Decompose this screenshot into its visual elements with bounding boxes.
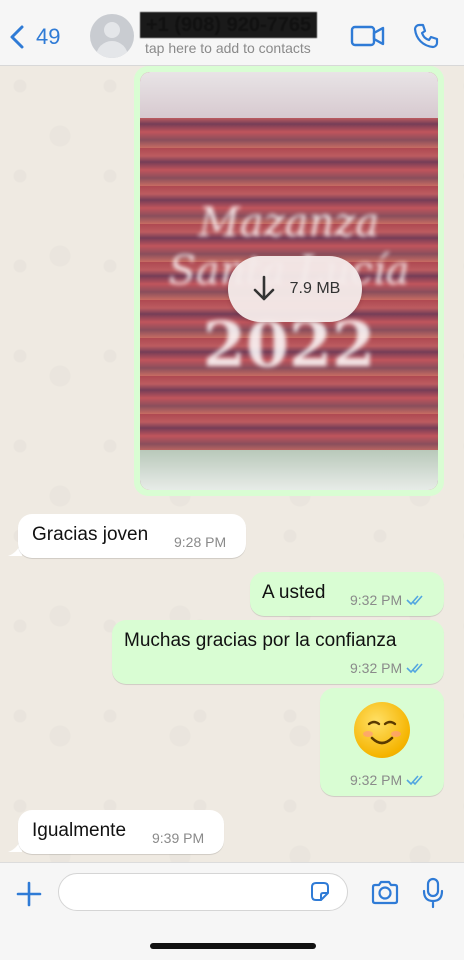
avatar[interactable] [90, 14, 134, 58]
back-button[interactable]: 49 [8, 20, 60, 54]
read-ticks-icon [406, 595, 423, 606]
download-button[interactable]: 7.9 MB [228, 256, 362, 322]
plus-icon[interactable] [14, 879, 44, 909]
message-text: Gracias joven [32, 524, 149, 545]
read-ticks-icon [406, 775, 423, 786]
message-time: 9:32 PM [350, 592, 426, 608]
microphone-icon[interactable] [422, 877, 444, 909]
message-input[interactable] [58, 873, 348, 911]
message-text: Igualmente [32, 820, 127, 841]
message-composer [0, 862, 464, 960]
message-text: Muchas gracias por la confianza [124, 630, 397, 651]
person-icon [104, 22, 120, 38]
outgoing-emoji-message[interactable]: 9:32 PM [320, 688, 444, 796]
chevron-left-icon [10, 25, 24, 49]
incoming-message[interactable]: Gracias joven 9:28 PM [18, 514, 246, 558]
unread-count: 49 [36, 24, 61, 49]
message-time: 9:32 PM [350, 772, 426, 788]
contact-name[interactable]: +1 (908) 920-7765 [140, 12, 318, 38]
home-indicator [150, 943, 316, 949]
message-text: A usted [262, 582, 326, 603]
image-thumbnail[interactable]: Mazanza Santa Lucía 2022 7.9 MB 9:23 PM [140, 72, 438, 490]
incoming-message[interactable]: Igualmente 9:39 PM [18, 810, 224, 854]
read-ticks-icon [408, 469, 425, 480]
outgoing-message[interactable]: A usted 9:32 PM [250, 572, 444, 616]
message-time: 9:39 PM [152, 830, 205, 846]
phone-icon[interactable] [412, 22, 440, 50]
image-caption-line: Mazanza [198, 200, 380, 246]
video-camera-icon[interactable] [350, 22, 386, 50]
sticker-icon[interactable] [308, 880, 332, 904]
message-time: 9:28 PM [174, 534, 227, 550]
contact-subtitle[interactable]: tap here to add to contacts [145, 40, 311, 56]
file-size: 7.9 MB [289, 280, 341, 297]
smiling-face-icon [354, 702, 410, 758]
chat-header: 49 +1 (908) 920-7765 tap here to add to … [0, 0, 464, 66]
outgoing-image-message[interactable]: Mazanza Santa Lucía 2022 7.9 MB 9:23 PM [134, 66, 444, 496]
outgoing-message[interactable]: Muchas gracias por la confianza 9:32 PM [112, 620, 444, 684]
read-ticks-icon [406, 663, 423, 674]
camera-icon[interactable] [370, 879, 400, 907]
download-arrow-icon [253, 275, 274, 301]
message-time: 9:23 PM [352, 466, 428, 482]
message-time: 9:32 PM [350, 660, 426, 676]
